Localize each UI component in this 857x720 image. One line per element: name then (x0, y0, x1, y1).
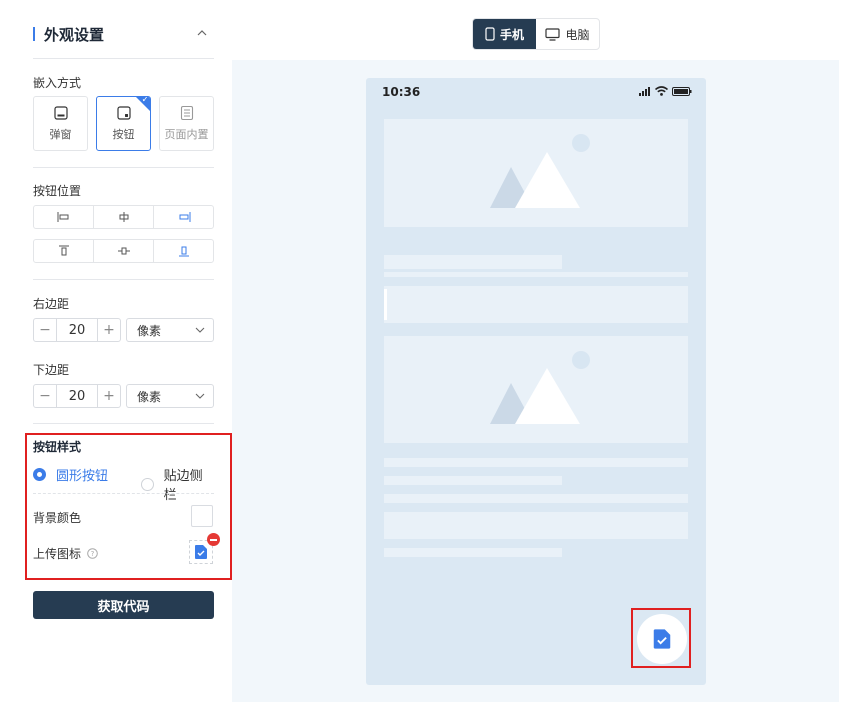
bottom-margin-stepper: − 20 + (33, 384, 121, 408)
right-margin-label: 右边距 (33, 297, 70, 311)
embed-option-page[interactable]: 页面内置 (159, 96, 214, 151)
text-placeholder (384, 255, 562, 269)
unit-value: 像素 (137, 389, 162, 404)
embed-option-button[interactable]: ✓ 按钮 (96, 96, 151, 151)
chevron-up-icon[interactable] (196, 27, 208, 39)
image-placeholder-icon (490, 351, 590, 424)
position-middle-left[interactable] (34, 206, 94, 228)
device-option-desktop[interactable]: 电脑 (536, 19, 599, 49)
signal-icon (639, 86, 650, 96)
unit-value: 像素 (137, 323, 162, 338)
phone-preview: 10:36 (366, 78, 706, 685)
battery-icon (672, 86, 692, 96)
divider (33, 167, 214, 168)
section-accent-bar (33, 27, 35, 41)
embed-mode-label: 嵌入方式 (33, 76, 82, 90)
chevron-down-icon (195, 327, 205, 333)
position-middle-right[interactable] (154, 206, 213, 228)
increment-button[interactable]: + (98, 385, 120, 407)
right-margin-stepper: − 20 + (33, 318, 121, 342)
image-placeholder (384, 119, 688, 227)
position-middle-center[interactable] (94, 206, 154, 228)
align-center-icon (119, 212, 128, 222)
monitor-icon (545, 27, 561, 41)
position-top[interactable] (34, 240, 94, 262)
align-middle-icon (117, 247, 130, 255)
image-placeholder (384, 336, 688, 443)
position-bottom-right[interactable] (154, 240, 213, 262)
text-placeholder (384, 476, 562, 485)
phone-time: 10:36 (382, 85, 421, 99)
cursor-indicator (384, 289, 387, 320)
image-placeholder-icon (490, 134, 590, 208)
text-placeholder (384, 512, 688, 539)
embed-option-label: 页面内置 (164, 128, 209, 141)
text-placeholder (384, 458, 688, 467)
right-margin-unit-select[interactable]: 像素 (126, 318, 214, 342)
button-position-label: 按钮位置 (33, 184, 82, 198)
embed-option-popup[interactable]: 弹窗 (33, 96, 88, 151)
check-icon: ✓ (141, 96, 149, 105)
embed-option-label: 弹窗 (49, 128, 72, 141)
section-header[interactable]: 外观设置 (33, 22, 214, 46)
align-right-icon (179, 212, 190, 222)
text-placeholder (384, 494, 688, 503)
device-option-label: 手机 (499, 27, 524, 42)
position-row-middle (33, 205, 214, 229)
device-option-phone[interactable]: 手机 (473, 19, 536, 49)
page-embed-icon (180, 105, 193, 121)
text-placeholder (384, 272, 688, 277)
popup-icon (53, 106, 68, 120)
divider (33, 279, 214, 280)
align-bottom-icon (178, 246, 189, 257)
position-bottom-center[interactable] (94, 240, 154, 262)
input-placeholder (384, 286, 688, 323)
device-toggle: 手机 电脑 (472, 18, 600, 50)
bottom-margin-input[interactable]: 20 (56, 385, 98, 407)
section-title: 外观设置 (44, 25, 105, 44)
decrement-button[interactable]: − (34, 385, 56, 407)
divider (33, 58, 214, 59)
get-code-button[interactable]: 获取代码 (33, 591, 214, 619)
right-margin-input[interactable]: 20 (56, 319, 98, 341)
button-icon (116, 106, 131, 120)
status-bar-icons (639, 86, 692, 96)
decrement-button[interactable]: − (34, 319, 56, 341)
divider (33, 423, 214, 424)
embed-option-label: 按钮 (112, 128, 135, 141)
bottom-margin-unit-select[interactable]: 像素 (126, 384, 214, 408)
device-option-label: 电脑 (565, 27, 590, 42)
align-top-icon (58, 245, 69, 256)
phone-icon (485, 27, 495, 41)
bottom-margin-label: 下边距 (33, 363, 70, 377)
position-row-bottom (33, 239, 214, 263)
highlight-box (25, 433, 232, 580)
highlight-box (631, 608, 691, 668)
wifi-icon (655, 86, 668, 96)
chevron-down-icon (195, 393, 205, 399)
increment-button[interactable]: + (98, 319, 120, 341)
text-placeholder (384, 548, 562, 557)
align-left-icon (57, 212, 68, 222)
